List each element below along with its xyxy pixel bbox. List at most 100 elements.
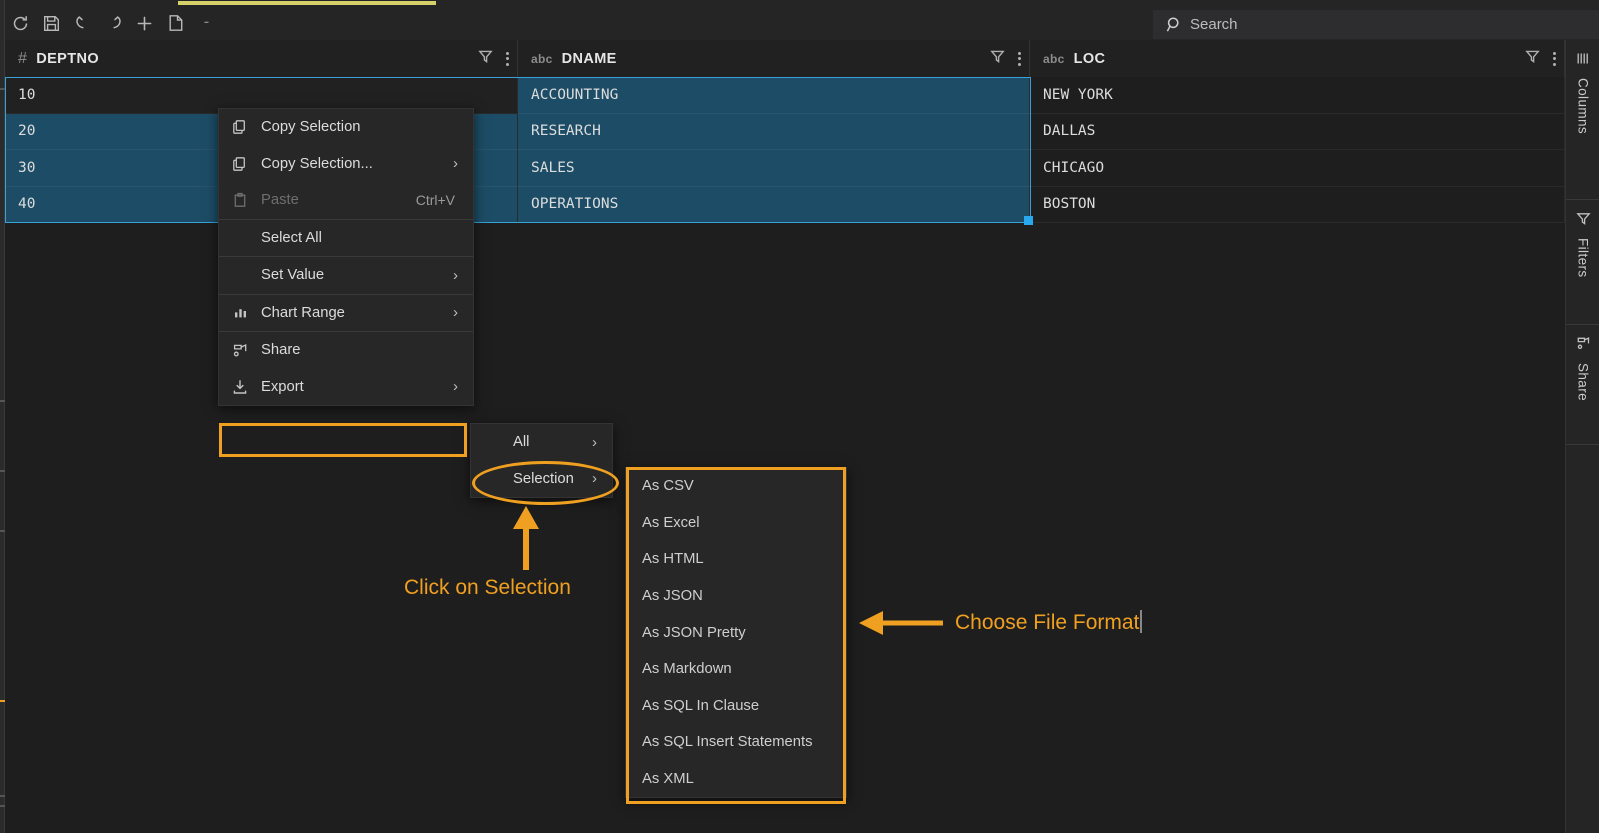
search-box[interactable]: Search [1153, 10, 1599, 39]
menu-item-label: Select All [261, 229, 322, 246]
menu-item-label: Copy Selection [261, 119, 361, 136]
menu-item-label: Chart Range [261, 304, 345, 321]
format-item-json[interactable]: As JSON [626, 578, 846, 615]
format-item-label: As Excel [642, 514, 700, 531]
cell-loc[interactable]: DALLAS [1030, 113, 1565, 150]
menu-item-label: Share [261, 342, 301, 359]
submenu-item-selection[interactable]: Selection › [471, 461, 612, 498]
format-item-label: As HTML [642, 551, 704, 568]
filter-icon [1575, 211, 1591, 231]
format-item-markdown[interactable]: As Markdown [626, 651, 846, 688]
format-item-label: As Markdown [642, 661, 732, 678]
share-icon [219, 342, 261, 359]
menu-item-share[interactable]: Share [219, 332, 473, 369]
chevron-right-icon: › [592, 433, 597, 451]
filter-icon[interactable] [1525, 49, 1540, 69]
format-item-sql-in-clause[interactable]: As SQL In Clause [626, 688, 846, 725]
number-type-icon: # [18, 49, 28, 67]
context-menu: Copy Selection Copy Selection... › Paste… [218, 108, 474, 406]
chevron-right-icon: › [592, 470, 597, 488]
menu-item-label: Copy Selection... [261, 155, 373, 172]
cell-dname[interactable]: SALES [518, 150, 1030, 187]
cell-dname[interactable]: ACCOUNTING [518, 77, 1030, 114]
cell-loc[interactable]: BOSTON [1030, 186, 1565, 223]
format-item-label: As JSON Pretty [642, 624, 746, 641]
cell-dname[interactable]: RESEARCH [518, 113, 1030, 150]
format-item-label: As XML [642, 771, 694, 788]
grid-toolbar: - Search [5, 6, 1599, 40]
format-item-csv[interactable]: As CSV [626, 468, 846, 505]
column-header-dname[interactable]: abc DNAME [518, 40, 1030, 77]
refresh-icon[interactable] [5, 8, 36, 38]
menu-item-copy-selection[interactable]: Copy Selection [219, 109, 473, 146]
export-submenu: All › Selection › [470, 423, 613, 498]
text-type-icon: abc [531, 51, 553, 66]
sidebar-tab-label: Filters [1575, 238, 1591, 278]
sidebar-tab-columns[interactable]: Columns [1566, 40, 1599, 200]
undo-icon[interactable] [67, 8, 98, 38]
right-sidebar: Columns Filters Share [1565, 40, 1599, 833]
filter-icon[interactable] [990, 49, 1005, 69]
text-type-icon: abc [1043, 51, 1065, 66]
column-header-label: DEPTNO [36, 50, 100, 67]
share-icon [1576, 336, 1591, 356]
format-item-html[interactable]: As HTML [626, 541, 846, 578]
chevron-right-icon: › [453, 266, 458, 284]
column-menu-icon[interactable] [1553, 51, 1556, 66]
columns-icon [1576, 51, 1591, 71]
paste-icon [219, 192, 261, 208]
menu-item-label: Export [261, 378, 304, 395]
format-item-label: As JSON [642, 588, 703, 605]
menu-item-label: Paste [261, 192, 299, 209]
copy-icon [219, 156, 261, 172]
selection-fill-handle[interactable] [1024, 216, 1033, 225]
chart-icon [219, 305, 261, 320]
sidebar-tab-share[interactable]: Share [1566, 325, 1599, 445]
add-row-icon[interactable] [129, 8, 160, 38]
menu-item-label: Set Value [261, 267, 325, 284]
save-icon[interactable] [36, 8, 67, 38]
submenu-item-label: Selection [513, 470, 574, 487]
submenu-item-all[interactable]: All › [471, 424, 612, 461]
format-item-label: As SQL In Clause [642, 697, 760, 714]
cell-loc[interactable]: CHICAGO [1030, 150, 1565, 187]
column-header-loc[interactable]: abc LOC [1030, 40, 1565, 77]
format-item-excel[interactable]: As Excel [626, 505, 846, 542]
format-item-xml[interactable]: As XML [626, 761, 846, 798]
submenu-item-label: All [513, 434, 530, 451]
delete-row-icon[interactable]: - [191, 8, 222, 38]
export-icon [219, 379, 261, 395]
format-item-json-pretty[interactable]: As JSON Pretty [626, 614, 846, 651]
cell-dname[interactable]: OPERATIONS [518, 186, 1030, 223]
menu-item-set-value[interactable]: Set Value › [219, 257, 473, 294]
cell-loc[interactable]: NEW YORK [1030, 77, 1565, 114]
chevron-right-icon: › [453, 155, 458, 173]
sidebar-tab-label: Columns [1575, 78, 1591, 135]
duplicate-row-icon[interactable] [160, 8, 191, 38]
column-header-label: LOC [1073, 50, 1106, 67]
sidebar-tab-filters[interactable]: Filters [1566, 200, 1599, 325]
menu-item-copy-selection-as[interactable]: Copy Selection... › [219, 146, 473, 183]
column-header-label: DNAME [561, 50, 617, 67]
app-root: - Search # DEPTNO abc DNAME abc LOC 10 A… [0, 0, 1599, 833]
menu-item-export[interactable]: Export › [219, 369, 473, 406]
active-tab-indicator[interactable] [178, 1, 436, 5]
menu-item-paste: Paste Ctrl+V [219, 182, 473, 219]
grid-header-row: # DEPTNO abc DNAME abc LOC [5, 40, 1599, 77]
menu-item-chart-range[interactable]: Chart Range › [219, 295, 473, 332]
chevron-right-icon: › [453, 378, 458, 396]
redo-icon[interactable] [98, 8, 129, 38]
format-item-label: As SQL Insert Statements [642, 734, 813, 751]
column-menu-icon[interactable] [506, 51, 509, 66]
column-header-deptno[interactable]: # DEPTNO [5, 40, 518, 77]
chevron-right-icon: › [453, 304, 458, 322]
format-item-label: As CSV [642, 478, 694, 495]
search-input[interactable]: Search [1190, 16, 1238, 33]
format-submenu: As CSV As Excel As HTML As JSON As JSON … [625, 467, 847, 799]
format-item-sql-insert[interactable]: As SQL Insert Statements [626, 724, 846, 761]
menu-item-select-all[interactable]: Select All [219, 220, 473, 257]
column-menu-icon[interactable] [1018, 51, 1021, 66]
copy-icon [219, 119, 261, 135]
filter-icon[interactable] [478, 49, 493, 69]
menu-item-shortcut: Ctrl+V [415, 192, 455, 209]
